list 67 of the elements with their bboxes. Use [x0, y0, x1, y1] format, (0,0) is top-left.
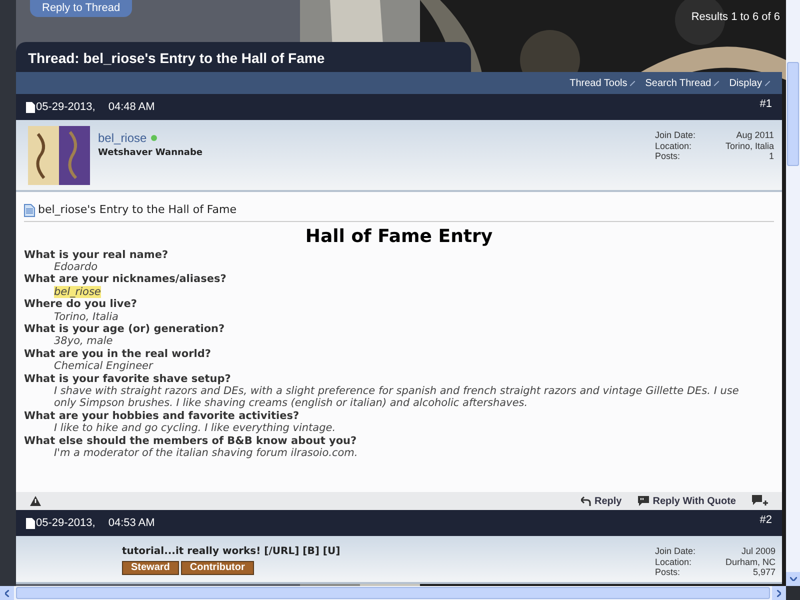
question-text: What are you in the real world?	[24, 348, 212, 360]
scroll-left-button[interactable]	[0, 586, 14, 600]
post-date: 05-29-2013,	[36, 516, 96, 531]
question-text: What else should the members of B&B know about you?	[24, 434, 358, 447]
caret-icon	[714, 80, 720, 86]
question-text: Where do you live?	[24, 298, 138, 311]
answer-text: 38yo, male	[54, 335, 113, 348]
multi-quote-icon	[752, 495, 768, 507]
scroll-right-button[interactable]	[772, 586, 786, 600]
reply-arrow-icon	[580, 496, 591, 506]
question-text: What is your favorite shave setup?	[24, 372, 232, 385]
caret-icon	[765, 80, 770, 86]
quote-bubble-icon	[638, 496, 649, 506]
detail-value: Jul 2009	[740, 546, 776, 556]
detail-value: 1	[768, 151, 774, 162]
horizontal-scrollbar[interactable]	[0, 586, 786, 600]
answer-text: Edoardo	[54, 260, 98, 273]
detail-value: Torino, Italia	[726, 140, 774, 151]
scroll-down-button[interactable]	[786, 572, 800, 586]
post-title: bel_riose's Entry to the Hall of Fame	[38, 202, 236, 218]
post-time: 04:48 AM	[108, 100, 155, 115]
user-title: Wetshaver Wannabe	[98, 147, 203, 160]
user-badge: Steward	[122, 561, 179, 575]
reply-to-thread-button[interactable]: Reply to Thread	[30, 0, 132, 17]
warning-icon	[30, 496, 41, 506]
question-text: What is your real name?	[24, 248, 170, 261]
thread-title: Thread: bel_riose's Entry to the Hall of Fame	[28, 49, 325, 68]
detail-label: Posts:	[655, 151, 682, 162]
answer-text: Torino, Italia	[54, 310, 118, 323]
signature-text: tutorial...it really works! [/URL] [B] [U]	[122, 545, 340, 559]
caret-icon	[630, 80, 636, 86]
detail-label: Posts:	[655, 567, 682, 578]
detail-label: Location:	[655, 140, 693, 151]
post-action-button[interactable]: Reply With Quote	[638, 494, 736, 508]
post-date: 05-29-2013,	[36, 100, 96, 115]
document-icon	[26, 518, 35, 528]
answer-text: I like to hike and go cycling. I like everything vintage.	[54, 422, 336, 434]
detail-value: Aug 2011	[735, 130, 774, 140]
question-text: What are your nicknames/aliases?	[24, 273, 228, 286]
answer-text: I shave with straight razors and DEs, with a slight preference for spanish and french straight razors and vintage Gillette DEs. I use only Simpson brushes. I like shaving creams (english or italian) and alcoholic aftershaves.	[54, 384, 739, 410]
detail-label: Join Date:	[655, 130, 696, 140]
detail-label: Join Date:	[655, 546, 696, 556]
scroll-thumb[interactable]	[787, 62, 799, 166]
detail-value: Durham, NC	[726, 556, 776, 567]
entry-heading: Hall of Fame Entry	[304, 224, 494, 248]
document-icon	[26, 102, 35, 112]
post-number[interactable]: #2	[760, 512, 772, 536]
detail-value: 5,977	[752, 567, 776, 578]
avatar	[28, 126, 90, 185]
question-text: What are your hobbies and favorite activities?	[24, 410, 300, 422]
detail-label: Location:	[655, 556, 693, 567]
post-time: 04:53 AM	[108, 516, 155, 531]
answer-text: Chemical Engineer	[54, 360, 153, 372]
document-icon	[24, 204, 35, 217]
answer-text: I'm a moderator of the italian shaving forum ilrasoio.com.	[54, 447, 358, 459]
scroll-thumb[interactable]	[16, 587, 770, 599]
user-badge: Contributor	[180, 561, 254, 575]
toolbar-menu-button[interactable]: Search Thread	[645, 76, 720, 90]
toolbar-menu-button[interactable]: Thread Tools	[570, 76, 636, 90]
toolbar-menu-button[interactable]: Display	[729, 76, 770, 90]
answer-text: bel_riose	[54, 286, 101, 298]
username-link[interactable]: bel_riose	[98, 129, 147, 147]
post-action-button[interactable]: Reply	[580, 494, 622, 508]
question-text: What is your age (or) generation?	[24, 322, 226, 336]
post-number[interactable]: #1	[760, 96, 772, 120]
vertical-scrollbar[interactable]	[786, 0, 800, 586]
results-count: Results 1 to 6 of 6	[691, 10, 780, 25]
